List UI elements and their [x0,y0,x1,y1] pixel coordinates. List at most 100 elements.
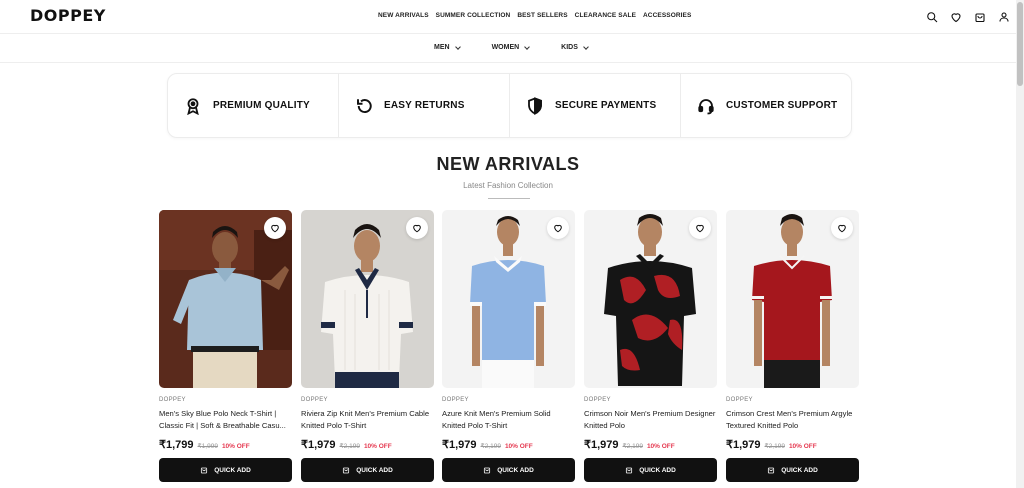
heart-icon [838,224,846,233]
award-icon [184,97,202,115]
product-brand: DOPPEY [726,397,753,403]
nav-new-arrivals[interactable]: NEW ARRIVALS [378,12,429,19]
feature-secure-payments: SECURE PAYMENTS [510,74,681,137]
heart-icon[interactable] [950,10,962,23]
header-actions [926,10,1010,23]
category-men[interactable]: MEN [434,43,461,51]
product-mrp: ₹2,199 [622,443,643,450]
discount-badge: 10% OFF [221,443,250,450]
product-mrp: ₹2,199 [764,443,785,450]
quick-add-label: QUICK ADD [214,466,251,474]
feature-easy-returns: EASY RETURNS [339,74,510,137]
quick-add-label: QUICK ADD [639,466,676,474]
product-brand: DOPPEY [301,397,328,403]
price-row: ₹1,979 ₹2,199 10% OFF [726,438,859,451]
product-card[interactable]: DOPPEY Azure Knit Men's Premium Solid Kn… [442,210,575,482]
feature-label: SECURE PAYMENTS [555,100,657,111]
quick-add-button[interactable]: QUICK ADD [726,458,859,482]
bag-icon [343,467,350,474]
bag-icon [201,467,208,474]
return-icon [355,97,373,115]
wishlist-button[interactable] [406,217,428,239]
product-price: ₹1,979 [726,439,761,451]
product-mrp: ₹1,999 [197,443,218,450]
features-strip: PREMIUM QUALITY EASY RETURNS SECURE PAYM… [167,73,852,138]
product-title[interactable]: Men's Sky Blue Polo Neck T-Shirt | Class… [159,408,292,432]
feature-label: PREMIUM QUALITY [213,100,310,111]
search-icon[interactable] [926,10,938,23]
category-women[interactable]: WOMEN [492,43,531,51]
feature-premium-quality: PREMIUM QUALITY [168,74,339,137]
quick-add-button[interactable]: QUICK ADD [301,458,434,482]
heart-icon [413,224,421,233]
discount-badge: 10% OFF [646,443,675,450]
bag-icon [626,467,633,474]
feature-label: CUSTOMER SUPPORT [726,100,838,111]
scrollbar-thumb[interactable] [1017,2,1023,86]
bag-icon[interactable] [974,10,986,23]
price-row: ₹1,979 ₹2,199 10% OFF [584,438,717,451]
product-price: ₹1,979 [301,439,336,451]
category-kids[interactable]: KIDS [561,43,589,51]
product-mrp: ₹2,199 [339,443,360,450]
feature-customer-support: CUSTOMER SUPPORT [681,74,851,137]
chevron-down-icon [524,43,531,50]
category-men-label: MEN [434,44,450,51]
nav-clearance-sale[interactable]: CLEARANCE SALE [575,12,636,19]
product-image[interactable] [442,210,575,388]
discount-badge: 10% OFF [363,443,392,450]
bag-icon [768,467,775,474]
heart-icon [271,224,279,233]
headset-icon [697,97,715,115]
nav-best-sellers[interactable]: BEST SELLERS [517,12,567,19]
product-image[interactable] [584,210,717,388]
section-subtitle: Latest Fashion Collection [463,181,553,190]
shield-icon [526,96,544,115]
product-image[interactable] [159,210,292,388]
quick-add-label: QUICK ADD [356,466,393,474]
product-brand: DOPPEY [584,397,611,403]
product-price: ₹1,799 [159,439,194,451]
quick-add-button[interactable]: QUICK ADD [159,458,292,482]
bag-icon [484,467,491,474]
top-navigation: NEW ARRIVALS SUMMER COLLECTION BEST SELL… [378,12,691,19]
quick-add-button[interactable]: QUICK ADD [584,458,717,482]
product-card[interactable]: DOPPEY Men's Sky Blue Polo Neck T-Shirt … [159,210,292,482]
category-navigation: MEN WOMEN KIDS [0,34,1016,63]
quick-add-button[interactable]: QUICK ADD [442,458,575,482]
product-card[interactable]: DOPPEY Crimson Crest Men's Premium Argyl… [726,210,859,482]
product-price: ₹1,979 [442,439,477,451]
discount-badge: 10% OFF [504,443,533,450]
wishlist-button[interactable] [547,217,569,239]
brand-logo[interactable]: DOPPEY [30,6,106,25]
product-image[interactable] [301,210,434,388]
category-kids-label: KIDS [561,44,578,51]
wishlist-button[interactable] [264,217,286,239]
wishlist-button[interactable] [689,217,711,239]
nav-summer-collection[interactable]: SUMMER COLLECTION [436,12,511,19]
page-scrollbar[interactable] [1016,0,1024,488]
product-brand: DOPPEY [442,397,469,403]
user-icon[interactable] [998,10,1010,22]
discount-badge: 10% OFF [788,443,817,450]
quick-add-label: QUICK ADD [781,466,818,474]
product-card[interactable]: DOPPEY Crimson Noir Men's Premium Design… [584,210,717,482]
product-title[interactable]: Crimson Noir Men's Premium Designer Knit… [584,408,717,432]
product-title[interactable]: Azure Knit Men's Premium Solid Knitted P… [442,408,575,432]
product-brand: DOPPEY [159,397,186,403]
product-card[interactable]: DOPPEY Riviera Zip Knit Men's Premium Ca… [301,210,434,482]
nav-accessories[interactable]: ACCESSORIES [643,12,691,19]
heart-icon [554,224,562,233]
price-row: ₹1,979 ₹2,199 10% OFF [301,438,434,451]
product-title[interactable]: Riviera Zip Knit Men's Premium Cable Kni… [301,408,434,432]
wishlist-button[interactable] [831,217,853,239]
product-title[interactable]: Crimson Crest Men's Premium Argyle Textu… [726,408,859,432]
chevron-down-icon [583,43,589,50]
site-header: DOPPEY NEW ARRIVALS SUMMER COLLECTION BE… [0,0,1024,34]
price-row: ₹1,799 ₹1,999 10% OFF [159,438,292,451]
quick-add-label: QUICK ADD [497,466,534,474]
chevron-down-icon [454,43,461,50]
section-title: NEW ARRIVALS [436,154,580,174]
product-price: ₹1,979 [584,439,619,451]
product-image[interactable] [726,210,859,388]
